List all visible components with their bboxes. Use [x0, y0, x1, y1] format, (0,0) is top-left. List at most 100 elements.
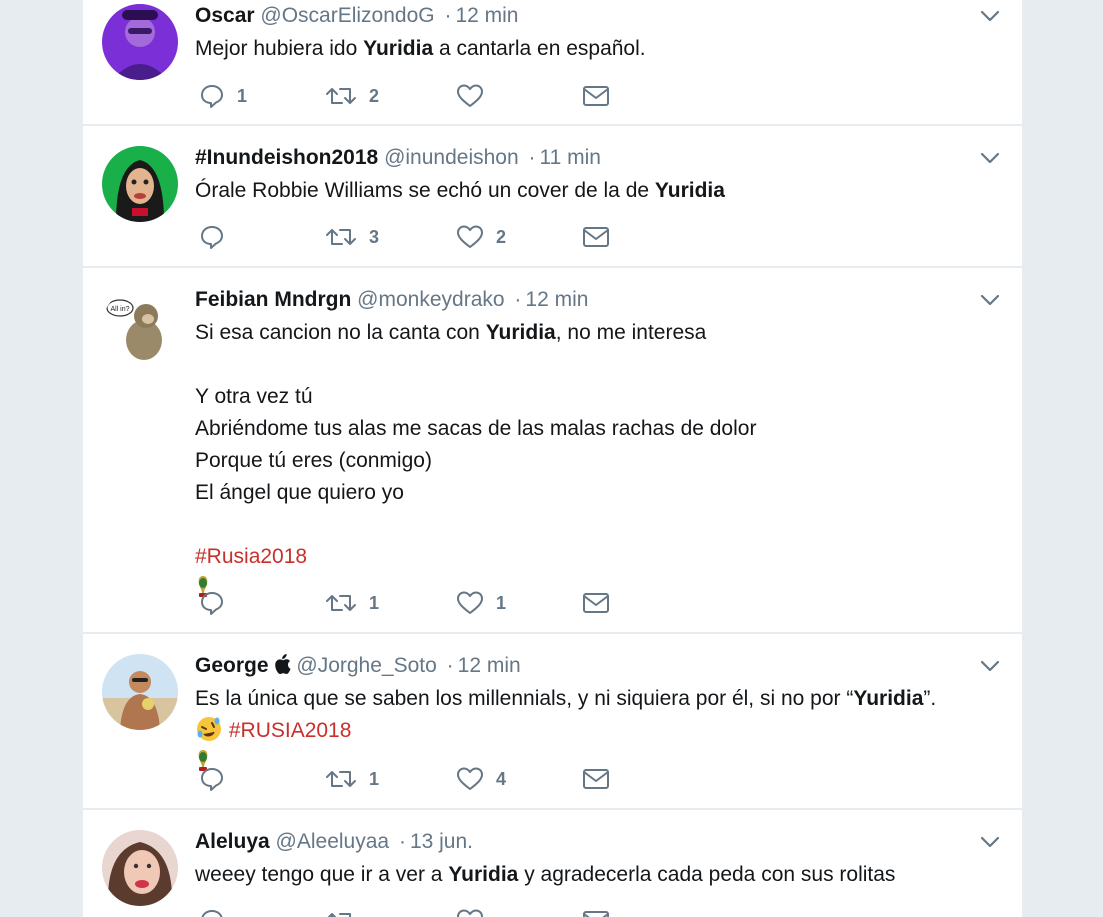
separator: ·: [446, 654, 454, 677]
like-button[interactable]: [456, 81, 496, 111]
separator: ·: [514, 288, 522, 311]
reply-icon: [201, 592, 223, 615]
hashtag-link[interactable]: #RUSIA2018: [229, 719, 352, 742]
reply-count: 1: [237, 85, 248, 106]
apple-icon: [274, 654, 291, 674]
chevron-down-icon[interactable]: [978, 830, 1002, 854]
username[interactable]: @inundeishon: [384, 146, 519, 169]
chevron-down-icon[interactable]: [978, 4, 1002, 28]
tweet[interactable]: #Inundeishon2018 @inundeishon · 11 min Ór…: [83, 126, 1022, 268]
tweet-header: #Inundeishon2018 @inundeishon · 11 min: [195, 144, 1002, 172]
chevron-down-icon[interactable]: [978, 288, 1002, 312]
avatar[interactable]: [102, 830, 178, 906]
display-name[interactable]: Aleluya: [195, 830, 270, 853]
separator: ·: [528, 146, 536, 169]
avatar[interactable]: [102, 146, 178, 222]
separator: ·: [444, 4, 452, 27]
like-button[interactable]: 4: [456, 764, 506, 794]
like-icon: [457, 767, 483, 790]
display-name[interactable]: Oscar: [195, 4, 255, 27]
tweet-text: Es la única que se saben los millennials…: [195, 687, 937, 710]
tweet[interactable]: George @Jorghe_Soto · 12 min Es la única …: [83, 634, 1022, 810]
username[interactable]: @Jorghe_Soto: [296, 654, 436, 677]
retweet-icon: [326, 771, 356, 787]
direct-message-icon: [583, 86, 609, 106]
hashtag-link[interactable]: #Rusia2018: [195, 545, 307, 568]
tweet-lyrics: Y otra vez tú Abriéndome tus alas me sac…: [195, 385, 757, 504]
retweet-button[interactable]: 1: [325, 764, 379, 794]
retweet-button[interactable]: 2: [325, 81, 379, 111]
direct-message-icon: [583, 227, 609, 247]
reply-button[interactable]: [199, 588, 237, 618]
username[interactable]: @monkeydrako: [357, 288, 504, 311]
reply-button[interactable]: [199, 222, 237, 252]
timestamp[interactable]: 12 min: [455, 4, 518, 27]
like-icon: [457, 84, 483, 107]
reply-icon: [201, 910, 223, 917]
retweet-icon: [326, 88, 356, 104]
direct-message-icon: [583, 911, 609, 917]
like-count: 1: [496, 592, 507, 613]
retweet-count: 2: [369, 85, 380, 106]
direct-message-icon: [583, 769, 609, 789]
highlighted-term: Yuridia: [654, 179, 725, 202]
tweet-text: Si esa cancion no la canta con Yuridia, …: [195, 321, 707, 344]
like-count: 4: [496, 768, 507, 789]
timestamp[interactable]: 12 min: [458, 654, 521, 677]
direct-message-button[interactable]: [582, 81, 610, 111]
retweet-button[interactable]: 1: [325, 588, 379, 618]
timeline: Oscar @OscarElizondoG · 12 min Mejor hubi…: [83, 0, 1022, 917]
display-name[interactable]: George: [195, 654, 269, 677]
tweet[interactable]: Oscar @OscarElizondoG · 12 min Mejor hubi…: [83, 0, 1022, 126]
tweet-header: Oscar @OscarElizondoG · 12 min: [195, 2, 1002, 30]
svg-text:All in?: All in?: [110, 306, 129, 313]
chevron-down-icon[interactable]: [978, 146, 1002, 170]
highlighted-term: Yuridia: [485, 321, 556, 344]
direct-message-icon: [583, 593, 609, 613]
like-button[interactable]: 1: [456, 588, 506, 618]
chevron-down-icon[interactable]: [978, 654, 1002, 678]
reply-icon: [201, 85, 223, 108]
retweet-count: 1: [369, 592, 380, 613]
reply-button[interactable]: [199, 906, 237, 917]
display-name[interactable]: #Inundeishon2018: [195, 146, 378, 169]
direct-message-button[interactable]: [582, 222, 610, 252]
highlighted-term: Yuridia: [448, 863, 519, 886]
separator: ·: [398, 830, 406, 853]
tweet-header: Aleluya @Aleeluyaa · 13 jun.: [195, 828, 1002, 856]
retweet-icon: [326, 595, 356, 611]
like-button[interactable]: [456, 906, 496, 917]
like-icon: [457, 591, 483, 614]
like-button[interactable]: 2: [456, 222, 506, 252]
timestamp[interactable]: 13 jun.: [410, 830, 473, 853]
tweet-text: Mejor hubiera ido Yuridia a cantarla en …: [195, 37, 646, 60]
username[interactable]: @OscarElizondoG: [260, 4, 434, 27]
retweet-count: 1: [369, 768, 380, 789]
username[interactable]: @Aleeluyaa: [276, 830, 390, 853]
highlighted-term: Yuridia: [363, 37, 434, 60]
tweet[interactable]: All in? Feibian Mndrgn @monkeydrako · 12 …: [83, 268, 1022, 634]
tweet-text: Órale Robbie Williams se echó un cover d…: [195, 179, 725, 202]
display-name[interactable]: Feibian Mndrgn: [195, 288, 351, 311]
retweet-icon: [327, 913, 351, 917]
like-icon: [457, 909, 483, 917]
retweet-button[interactable]: 3: [325, 222, 379, 252]
avatar[interactable]: [102, 4, 178, 80]
avatar[interactable]: [102, 654, 178, 730]
tweet-header: George @Jorghe_Soto · 12 min: [195, 652, 1002, 680]
tweet[interactable]: Aleluya @Aleeluyaa · 13 jun. weeey tengo …: [83, 810, 1022, 917]
timestamp[interactable]: 12 min: [525, 288, 588, 311]
like-count: 2: [496, 226, 507, 247]
direct-message-button[interactable]: [582, 588, 610, 618]
retweet-button[interactable]: [325, 906, 369, 917]
reply-button[interactable]: 1: [199, 81, 247, 111]
avatar[interactable]: All in?: [102, 288, 178, 364]
tweet-header: Feibian Mndrgn @monkeydrako · 12 min: [195, 286, 1002, 314]
tweet-text: weeey tengo que ir a ver a Yuridia y agr…: [195, 863, 896, 886]
highlighted-term: Yuridia: [853, 687, 924, 710]
direct-message-button[interactable]: [582, 906, 610, 917]
reply-button[interactable]: [199, 764, 237, 794]
timestamp[interactable]: 11 min: [540, 146, 601, 169]
retweet-count: 3: [369, 226, 380, 247]
direct-message-button[interactable]: [582, 764, 610, 794]
